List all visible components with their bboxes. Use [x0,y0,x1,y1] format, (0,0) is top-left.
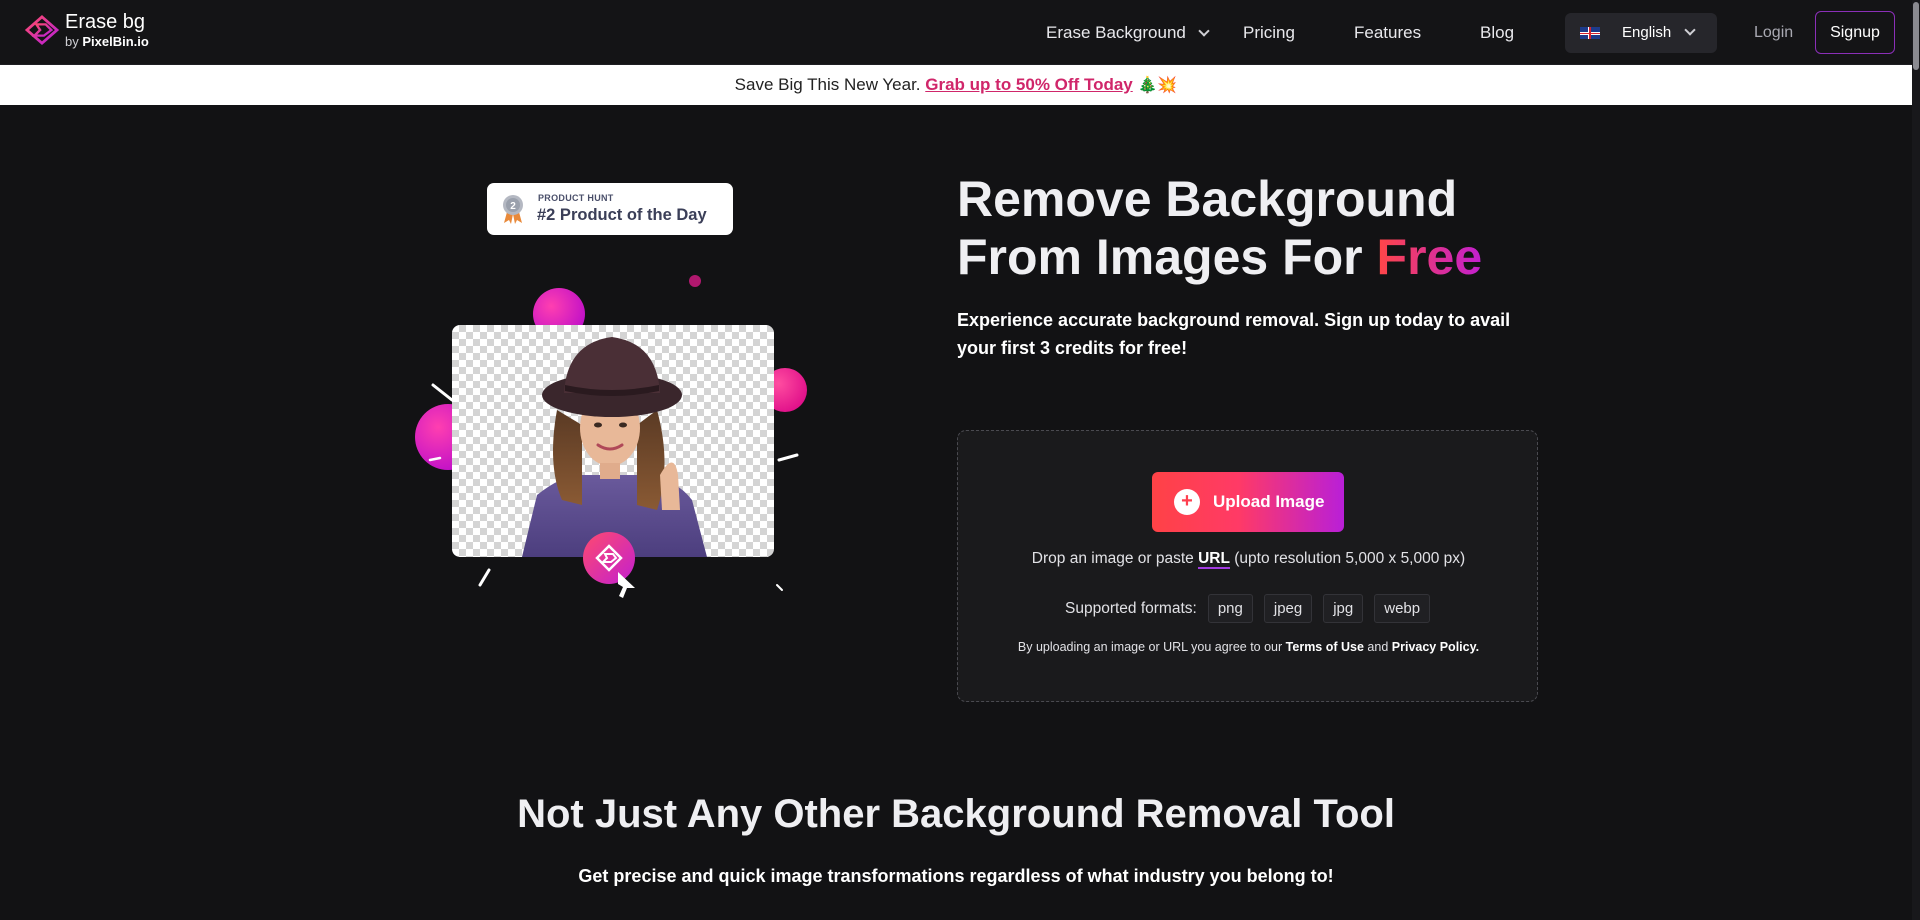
paste-url-link[interactable]: URL [1198,550,1230,569]
drop-prefix: Drop an image or paste [1031,550,1194,567]
hero-subtitle: Experience accurate background removal. … [957,310,1511,358]
nav-erase-background[interactable]: Erase Background [1046,23,1210,43]
terms-prefix: By uploading an image or URL you agree t… [1017,640,1283,654]
hero-title-line2: From Images For Free [957,228,1482,286]
language-label: English [1622,24,1672,41]
language-selector[interactable]: English [1565,13,1717,53]
erase-bg-logo-icon [24,15,60,45]
nav-features[interactable]: Features [1354,23,1421,43]
scrollbar-track[interactable] [1912,0,1920,920]
hero-title-line1: Remove Background [957,171,1458,227]
terms-notice: By uploading an image or URL you agree t… [958,640,1539,654]
logo-brand: PixelBin.io [82,34,149,49]
woman-cutout-image [522,337,707,557]
medal-number: 2 [510,201,516,212]
plus-icon: + [1174,489,1200,515]
erase-bg-logo[interactable]: Erase bg by PixelBin.io [23,12,149,48]
nav-blog[interactable]: Blog [1480,23,1514,43]
image-dropzone[interactable]: + Upload Image Drop an image or paste UR… [957,430,1538,702]
logo-subtitle: by PixelBin.io [65,35,149,48]
medal-icon: 2 [503,195,523,224]
product-hunt-label: PRODUCT HUNT [538,193,614,203]
upload-image-button[interactable]: + Upload Image [1152,472,1344,532]
section-subtitle: Get precise and quick image transformati… [578,866,1334,886]
chevron-down-icon [1198,25,1210,37]
product-hunt-title: #2 Product of the Day [537,206,707,224]
format-badge: jpeg [1263,594,1313,623]
hero-transparent-photo [452,325,774,557]
nav-erase-background-label: Erase Background [1046,23,1186,42]
top-navbar: Erase bg by PixelBin.io Erase Background… [0,0,1920,65]
logo-by: by [65,34,79,49]
section-title: Not Just Any Other Background Removal To… [517,792,1395,836]
logo-title: Erase bg [65,11,146,33]
promo-emoji: 🎄💥 [1137,77,1178,94]
login-link[interactable]: Login [1754,24,1793,42]
chevron-down-icon [1684,24,1696,36]
drop-instructions: Drop an image or paste URL (upto resolut… [958,550,1539,569]
terms-of-use-link[interactable]: Terms of Use [1286,640,1364,654]
hero-title-line2-prefix: From Images For [957,229,1377,285]
format-badge: jpg [1323,594,1364,623]
decor-dot [689,275,701,287]
promo-text: Save Big This New Year. [734,75,921,94]
promo-banner: Save Big This New Year. Grab up to 50% O… [0,65,1912,105]
decor-sparkle [777,453,799,462]
supported-formats: Supported formats: png jpeg jpg webp [1065,594,1431,623]
scrollbar-thumb[interactable] [1913,2,1919,70]
privacy-policy-link[interactable]: Privacy Policy. [1392,640,1479,654]
product-hunt-badge[interactable]: 2 PRODUCT HUNT #2 Product of the Day [487,183,733,235]
hero-title: Remove Background From Images For Free [957,170,1482,286]
formats-label: Supported formats: [1065,599,1197,617]
signup-button[interactable]: Signup [1815,11,1895,54]
decor-sparkle [478,568,491,587]
decor-sparkle [431,383,454,402]
erase-bg-cursor-icon [583,532,635,598]
decor-sparkle [776,584,783,591]
uk-flag-icon [1580,27,1600,39]
nav-pricing[interactable]: Pricing [1243,23,1295,43]
upload-image-label: Upload Image [1213,492,1325,511]
format-badge: webp [1374,594,1431,623]
drop-suffix: (upto resolution 5,000 x 5,000 px) [1234,550,1466,567]
promo-link[interactable]: Grab up to 50% Off Today [925,75,1132,94]
hero-title-highlight: Free [1376,229,1483,285]
format-badge: png [1207,594,1253,623]
terms-and: and [1367,640,1389,654]
